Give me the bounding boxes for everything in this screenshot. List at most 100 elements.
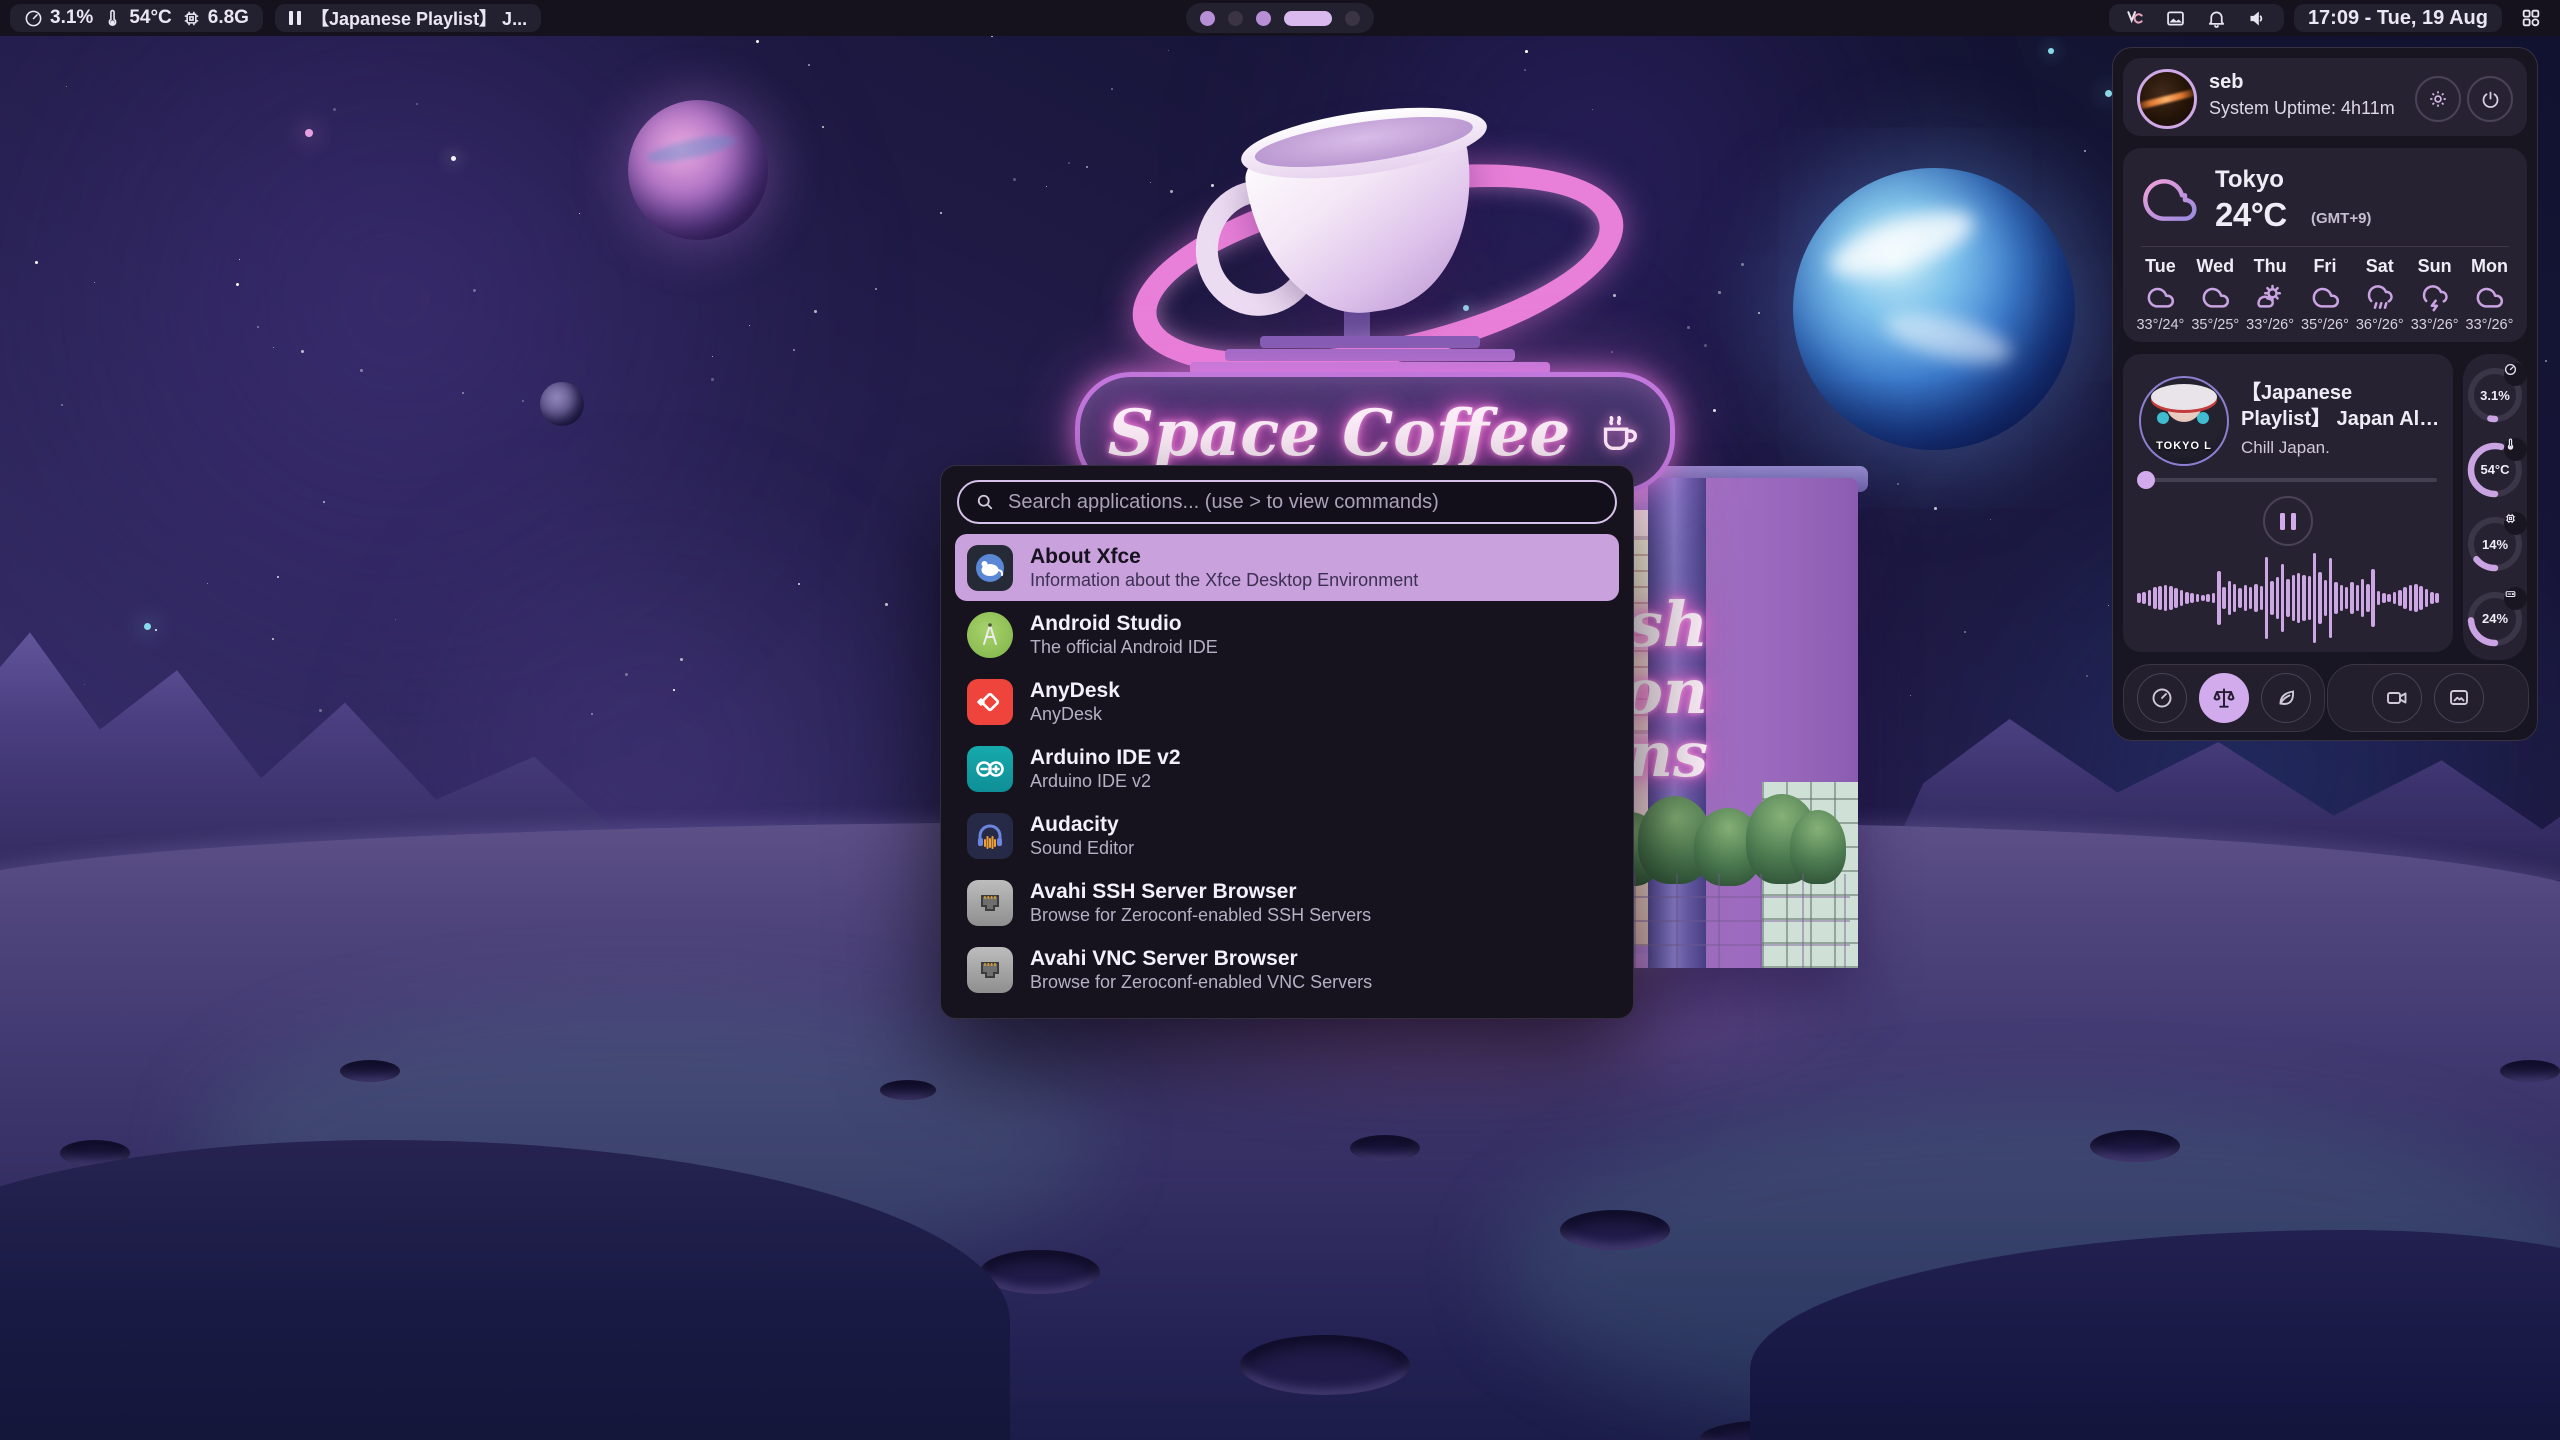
track-artist: Chill Japan.	[2241, 438, 2330, 458]
weather-widget: Tokyo 24°C (GMT+9) Tue 33°/24° Wed 35°/2…	[2123, 148, 2527, 342]
weather-forecast: Tue 33°/24° Wed 35°/25° Thu 33°/26° Fri	[2133, 256, 2517, 333]
user-card: seb System Uptime: 4h11m	[2123, 58, 2527, 136]
progress-bar[interactable]	[2139, 478, 2437, 482]
thermometer-icon	[2504, 438, 2527, 461]
weather-city: Tokyo	[2215, 166, 2284, 194]
memory-gauge: 14%	[2466, 515, 2524, 573]
arduino-icon	[967, 746, 1013, 792]
app-description: Arduino IDE v2	[1030, 771, 1181, 793]
forecast-day: Thu 33°/26°	[2246, 256, 2294, 333]
cloud-icon	[2200, 282, 2230, 312]
workspace-dot[interactable]	[1256, 11, 1271, 26]
power-button[interactable]	[2467, 76, 2513, 122]
top-bar: 3.1% 54°C 6.8G 【Japanese Playlist】 J...	[0, 0, 2560, 36]
performance-mode-button[interactable]	[2137, 673, 2187, 723]
forecast-day-label: Sun	[2418, 256, 2452, 277]
search-input[interactable]	[1006, 490, 1599, 515]
desktop: esh oon ans Space Coffee 3.1%	[0, 0, 2560, 1440]
forecast-day-label: Sat	[2366, 256, 2394, 277]
forecast-day: Tue 33°/24°	[2136, 256, 2184, 333]
earth-planet	[1793, 168, 2075, 450]
network-port-icon	[967, 947, 1013, 993]
crater	[1560, 1210, 1670, 1250]
notifications-bell-icon[interactable]	[2206, 8, 2227, 29]
workspace-dot[interactable]	[1200, 11, 1215, 26]
forecast-temps: 36°/26°	[2356, 317, 2404, 333]
forecast-temps: 33°/26°	[2411, 317, 2459, 333]
anydesk-icon	[967, 679, 1013, 725]
pause-button[interactable]	[2263, 496, 2313, 546]
track-title: 【Japanese Playlist】 Japan All Night - To…	[2241, 380, 2441, 432]
volume-icon[interactable]	[2247, 8, 2268, 29]
app-item-arduino[interactable]: Arduino IDE v2 Arduino IDE v2	[955, 735, 1619, 802]
app-item-avahi-vnc[interactable]: Avahi VNC Server Browser Browse for Zero…	[955, 936, 1619, 1003]
search-icon	[975, 492, 995, 512]
app-item-audacity[interactable]: Audacity Sound Editor	[955, 802, 1619, 869]
app-description: Browse for Zeroconf-enabled SSH Servers	[1030, 905, 1371, 927]
app-name: Avahi VNC Server Browser	[1030, 945, 1372, 972]
avatar[interactable]	[2137, 69, 2197, 129]
app-item-anydesk[interactable]: AnyDesk AnyDesk	[955, 668, 1619, 735]
app-description: Browse for Zeroconf-enabled VNC Servers	[1030, 972, 1372, 994]
thermometer-icon	[103, 9, 122, 28]
balanced-mode-button[interactable]	[2199, 673, 2249, 723]
neon-sign-text: Space Coffee	[1108, 396, 1570, 471]
crater	[1350, 1135, 1420, 1161]
chip-icon	[182, 9, 201, 28]
forecast-day: Mon 33°/26°	[2466, 256, 2514, 333]
temperature-stat: 54°C	[103, 7, 171, 29]
app-description: Sound Editor	[1030, 838, 1134, 860]
workspace-dot[interactable]	[1228, 11, 1243, 26]
app-item-android-studio[interactable]: Android Studio The official Android IDE	[955, 601, 1619, 668]
workspace-indicator[interactable]	[1186, 3, 1374, 33]
android-studio-icon	[967, 612, 1013, 658]
cloud-icon	[2145, 282, 2175, 312]
crater	[340, 1060, 400, 1082]
eco-mode-button[interactable]	[2261, 673, 2311, 723]
tray-app-icon[interactable]	[2125, 8, 2145, 28]
search-bar[interactable]	[957, 480, 1617, 524]
forecast-day: Wed 35°/25°	[2191, 256, 2239, 333]
rain-cloud-icon	[2365, 282, 2395, 312]
album-art-text: TOKYO L	[2141, 440, 2227, 452]
weather-timezone: (GMT+9)	[2311, 210, 2371, 227]
workspace-dot-active[interactable]	[1284, 11, 1332, 26]
album-art: TOKYO L	[2139, 376, 2229, 466]
forecast-day-label: Thu	[2254, 256, 2287, 277]
system-uptime: System Uptime: 4h11m	[2209, 98, 2395, 119]
divider	[2141, 246, 2509, 247]
coffee-cup-icon	[1596, 410, 1642, 456]
crater	[1240, 1335, 1410, 1395]
dashboard-grid-icon	[2520, 7, 2542, 29]
settings-button[interactable]	[2415, 76, 2461, 122]
shop-plants	[1598, 788, 1844, 888]
forecast-temps: 33°/26°	[2466, 317, 2514, 333]
app-description: The official Android IDE	[1030, 637, 1218, 659]
app-item-avahi-ssh[interactable]: Avahi SSH Server Browser Browse for Zero…	[955, 869, 1619, 936]
system-stats-pill[interactable]: 3.1% 54°C 6.8G	[10, 4, 263, 32]
forecast-day-label: Wed	[2196, 256, 2234, 277]
app-name: AnyDesk	[1030, 677, 1120, 704]
progress-knob[interactable]	[2137, 471, 2155, 489]
audio-waveform	[2137, 552, 2439, 644]
workspace-dot[interactable]	[1345, 11, 1360, 26]
forecast-day-label: Tue	[2145, 256, 2176, 277]
forecast-temps: 33°/26°	[2246, 317, 2294, 333]
app-grid-button[interactable]	[2512, 7, 2550, 29]
app-item-about-xfce[interactable]: About Xfce Information about the Xfce De…	[955, 534, 1619, 601]
xfce-mouse-icon	[967, 545, 1013, 591]
purple-planet	[628, 100, 768, 240]
small-moon	[540, 382, 584, 426]
screen-record-button[interactable]	[2372, 673, 2422, 723]
sign-tiers	[1190, 336, 1550, 376]
crater	[880, 1080, 936, 1100]
now-playing-pill[interactable]: 【Japanese Playlist】 J...	[275, 4, 541, 32]
capture-tools	[2327, 664, 2529, 732]
username: seb	[2209, 71, 2243, 94]
wallpaper-tray-icon[interactable]	[2165, 8, 2186, 29]
screenshot-button[interactable]	[2434, 673, 2484, 723]
clock-pill[interactable]: 17:09 - Tue, 19 Aug	[2294, 4, 2502, 32]
power-icon	[2480, 89, 2501, 110]
app-name: About Xfce	[1030, 543, 1418, 570]
disk-icon	[2504, 587, 2527, 610]
